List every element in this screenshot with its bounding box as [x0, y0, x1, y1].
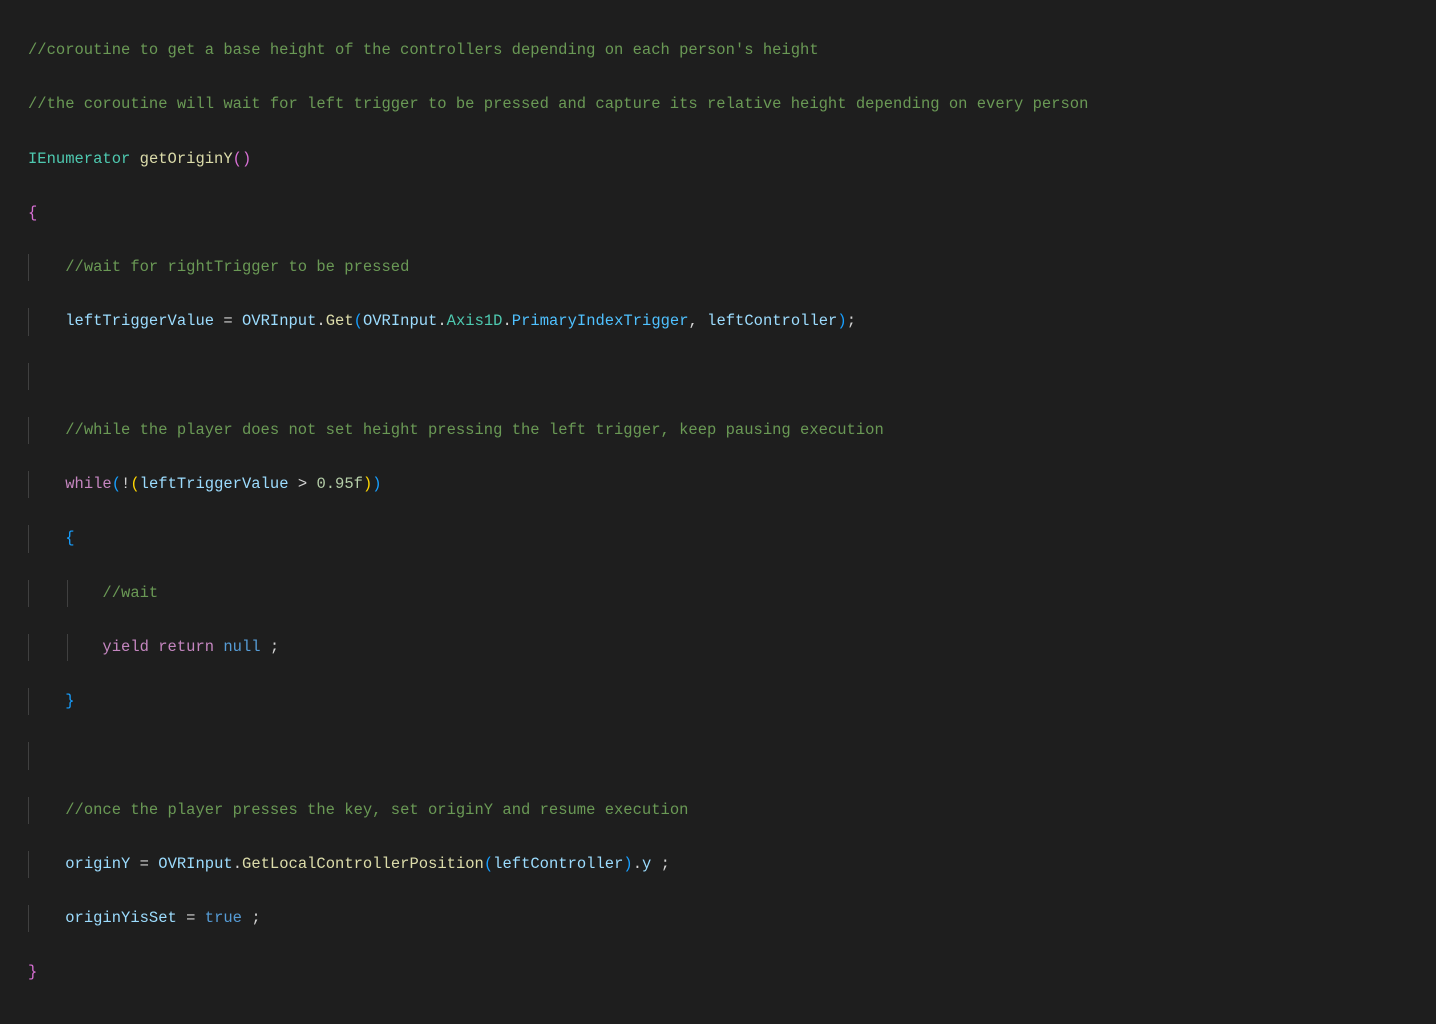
- property: y: [642, 855, 651, 873]
- variable: leftController: [493, 855, 623, 873]
- comment: //while the player does not set height p…: [65, 421, 884, 439]
- enum-value: PrimaryIndexTrigger: [512, 312, 689, 330]
- enum-type: Axis1D: [447, 312, 503, 330]
- code-line: originYisSet = true ;: [0, 905, 1436, 932]
- variable: originYisSet: [65, 909, 177, 927]
- null-literal: null: [223, 638, 260, 656]
- code-line: IEnumerator getOriginY(): [0, 146, 1436, 173]
- brace-open: {: [65, 529, 74, 547]
- paren: ): [623, 855, 632, 873]
- code-line: //wait for rightTrigger to be pressed: [0, 254, 1436, 281]
- bool-literal: true: [205, 909, 242, 927]
- code-line: //wait: [0, 580, 1436, 607]
- paren: ): [837, 312, 846, 330]
- brace-close: }: [28, 963, 37, 981]
- comment: //once the player presses the key, set o…: [65, 801, 688, 819]
- comment: //wait: [102, 584, 158, 602]
- code-line: }: [0, 688, 1436, 715]
- code-line: while(!(leftTriggerValue > 0.95f)): [0, 471, 1436, 498]
- code-line: //while the player does not set height p…: [0, 417, 1436, 444]
- code-line: //once the player presses the key, set o…: [0, 797, 1436, 824]
- code-line: [0, 742, 1436, 769]
- paren: ): [363, 475, 372, 493]
- paren: (): [233, 150, 252, 168]
- comment: //the coroutine will wait for left trigg…: [28, 95, 1088, 113]
- code-line: leftTriggerValue = OVRInput.Get(OVRInput…: [0, 308, 1436, 335]
- paren: (: [484, 855, 493, 873]
- brace-open: {: [28, 204, 37, 222]
- code-line: {: [0, 200, 1436, 227]
- method-name: getOriginY: [140, 150, 233, 168]
- comment: //coroutine to get a base height of the …: [28, 41, 819, 59]
- variable: leftController: [707, 312, 837, 330]
- return-type: IEnumerator: [28, 150, 130, 168]
- code-line: //the coroutine will wait for left trigg…: [0, 91, 1436, 118]
- variable: leftTriggerValue: [140, 475, 289, 493]
- comment: //wait for rightTrigger to be pressed: [65, 258, 409, 276]
- method-call: Get: [326, 312, 354, 330]
- method-call: GetLocalControllerPosition: [242, 855, 484, 873]
- paren: (: [130, 475, 139, 493]
- class-ref: OVRInput: [158, 855, 232, 873]
- class-ref: OVRInput: [363, 312, 437, 330]
- paren: ): [372, 475, 381, 493]
- keyword: while: [65, 475, 112, 493]
- operator: =: [223, 312, 232, 330]
- code-line: [0, 363, 1436, 390]
- code-line: {: [0, 525, 1436, 552]
- code-line: yield return null ;: [0, 634, 1436, 661]
- code-line: }: [0, 959, 1436, 986]
- keyword: return: [158, 638, 214, 656]
- keyword: yield: [102, 638, 149, 656]
- code-editor[interactable]: //coroutine to get a base height of the …: [0, 10, 1436, 1014]
- variable: originY: [65, 855, 130, 873]
- number-literal: 0.95f: [316, 475, 363, 493]
- variable: leftTriggerValue: [65, 312, 214, 330]
- paren: (: [354, 312, 363, 330]
- class-ref: OVRInput: [242, 312, 316, 330]
- code-line: originY = OVRInput.GetLocalControllerPos…: [0, 851, 1436, 878]
- paren: (: [112, 475, 121, 493]
- brace-close: }: [65, 692, 74, 710]
- code-line: //coroutine to get a base height of the …: [0, 37, 1436, 64]
